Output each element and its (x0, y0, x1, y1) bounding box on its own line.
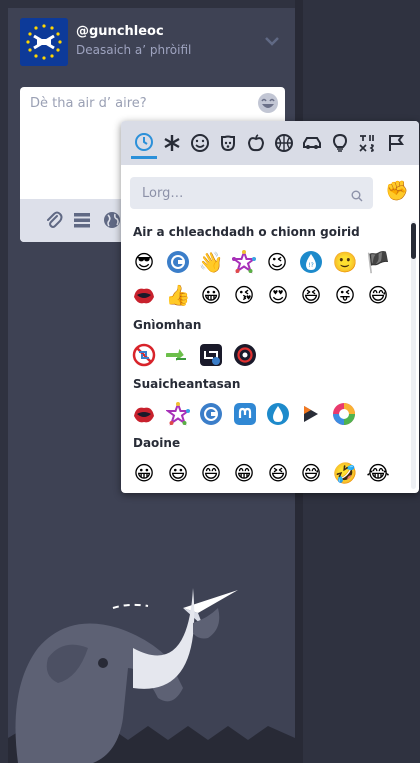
emoji-search-input[interactable] (130, 177, 373, 209)
flag-icon[interactable] (383, 127, 409, 159)
custom-emoji-mastodon[interactable] (233, 402, 257, 426)
search-icon (351, 187, 363, 202)
emoji-item[interactable]: 😅 (365, 282, 391, 308)
paperclip-icon[interactable] (44, 210, 64, 230)
basketball-icon[interactable] (271, 127, 297, 159)
emoji-item[interactable]: 😉 (264, 249, 290, 275)
avatar[interactable] (20, 18, 68, 66)
custom-emoji-gnusocial[interactable] (199, 402, 223, 426)
category-activity: Gnìomhan (133, 318, 202, 332)
custom-emoji-noretweet[interactable] (132, 343, 156, 367)
emoji-item[interactable]: 😂 (365, 460, 391, 486)
emoji-search (130, 177, 373, 209)
emoji-item[interactable]: 😀 (131, 460, 157, 486)
edit-profile-link[interactable]: Deasaich a’ phròifil (76, 43, 191, 57)
custom-emoji-retweet[interactable] (199, 343, 223, 367)
category-recent: Air a chleachdadh o chionn goirid (133, 225, 360, 239)
emoji-item[interactable]: 😁 (231, 460, 257, 486)
custom-emoji-fediverse[interactable] (231, 249, 257, 274)
skin-tone-button[interactable]: ✊ (385, 180, 409, 202)
category-people: Daoine (133, 436, 181, 450)
emoji-item[interactable]: 😍 (265, 282, 291, 308)
custom-emoji-pixelfed[interactable] (332, 402, 356, 426)
custom-emoji-fediverse[interactable] (165, 401, 191, 426)
poll-icon[interactable] (72, 210, 92, 230)
symbols-icon[interactable] (355, 127, 381, 159)
emoji-item[interactable]: 😄 (198, 460, 224, 486)
category-brands: Suaicheantasan (133, 377, 241, 391)
emoji-item[interactable]: 😀 (198, 282, 224, 308)
bulb-icon[interactable] (327, 127, 353, 159)
chevron-down-icon[interactable] (263, 32, 281, 50)
emoji-item[interactable]: 😎 (131, 249, 157, 275)
dog-icon[interactable] (215, 127, 241, 159)
custom-emoji-at[interactable] (233, 343, 257, 367)
emoji-item[interactable]: 😜 (332, 282, 358, 308)
emoji-list: Air a chleachdadh o chionn goirid 😎 👋 😉 … (121, 219, 411, 493)
emoji-item[interactable]: 😆 (298, 282, 324, 308)
emoji-picker-button[interactable] (257, 92, 279, 114)
custom-emoji-thing[interactable] (132, 283, 156, 307)
custom-emoji-drop[interactable]: !? (299, 250, 323, 274)
asterisk-icon[interactable] (159, 127, 185, 159)
mascot-illustration (8, 568, 295, 763)
custom-emoji-boost[interactable] (165, 343, 190, 367)
globe-icon[interactable] (102, 210, 122, 230)
account-handle: @gunchleoc (76, 24, 164, 39)
custom-emoji-thing[interactable] (132, 402, 156, 426)
emoji-item[interactable]: 🏴 (365, 249, 391, 275)
smiley-icon[interactable] (187, 127, 213, 159)
scrollbar-thumb[interactable] (411, 223, 416, 259)
account-header: @gunchleoc Deasaich a’ phròifil (20, 18, 285, 68)
scrollbar-track (411, 221, 416, 489)
emoji-item[interactable]: 🤣 (332, 460, 358, 486)
emoji-item[interactable]: 😘 (231, 282, 257, 308)
apple-icon[interactable] (243, 127, 269, 159)
emoji-picker: ✊ Air a chleachdadh o chionn goirid 😎 👋 … (121, 121, 419, 493)
compose-textarea[interactable]: Dè tha air d’ aire? (30, 96, 147, 111)
emoji-item[interactable]: 😅 (298, 460, 324, 486)
emoji-item[interactable]: 😃 (165, 460, 191, 486)
emoji-category-tabs (121, 121, 419, 165)
clock-icon[interactable] (131, 127, 157, 159)
custom-emoji-drop[interactable] (266, 402, 290, 426)
emoji-item[interactable]: 👍 (165, 282, 191, 308)
emoji-item[interactable]: 🙂 (332, 249, 358, 275)
custom-emoji-gnusocial[interactable] (166, 250, 190, 274)
emoji-item[interactable]: 👋 (198, 249, 224, 275)
emoji-item[interactable]: 😆 (265, 460, 291, 486)
car-icon[interactable] (299, 127, 325, 159)
custom-emoji-play[interactable] (299, 402, 323, 426)
svg-text:!?: !? (308, 262, 314, 269)
